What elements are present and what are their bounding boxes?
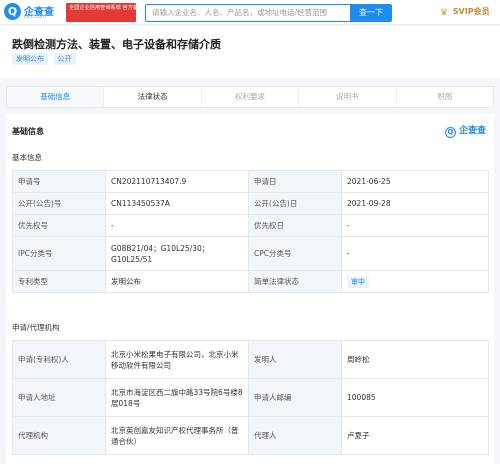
table-row: IPC分类号 G08B21/04；G10L25/30；G10L25/51 CPC… [12, 236, 489, 271]
tag-public: 公开 [53, 53, 76, 65]
label-cpc: CPC分类号 [248, 236, 342, 271]
credit-badge: 全国企业信用查询系统 官方备案企业征信机构 [66, 3, 136, 22]
table-row: 申请号 CN202110713407.9 申请日 2021-06-25 [12, 170, 489, 193]
label-priority-date: 优先权日 [248, 214, 342, 237]
table-row: 申请人地址 北京市海淀区西二旗中路33号院6号楼8层018号 申请人邮编 100… [12, 378, 489, 417]
table-row: 专利类型 发明公布 简单法律状态 审中 [12, 270, 489, 293]
label-application-no: 申请号 [12, 170, 106, 193]
value-applicant-address: 北京市海淀区西二旗中路33号院6号楼8层018号 [105, 378, 249, 417]
status-badge: 审中 [347, 276, 369, 288]
table-row: 申请(专利权)人 北京小米松果电子有限公司，北京小米移动软件有限公司 发明人 周… [12, 340, 489, 379]
logo-icon: Q [4, 3, 21, 20]
label-inventor: 发明人 [248, 340, 342, 379]
value-legal-status-cell: 审中 [341, 270, 489, 293]
svip-link[interactable]: ♛ SVIP会员 [440, 6, 490, 18]
value-publication-no: CN113450537A [105, 192, 249, 215]
label-applicant-address: 申请人地址 [12, 378, 106, 417]
value-cpc: - [341, 236, 489, 271]
applicant-link[interactable]: 北京小米松果电子有限公司，北京小米移动软件有限公司 [105, 340, 249, 379]
agency-subtitle: 申请/代理机构 [12, 323, 60, 332]
status-tags: 发明公布 公开 [12, 53, 79, 65]
site-logo[interactable]: Q 企查查 Qcc.com [4, 3, 62, 22]
label-publication-no: 公开(公告)号 [12, 192, 106, 215]
crown-icon: ♛ [440, 8, 449, 18]
title-area: 跌倒检测方法、装置、电子设备和存储介质 发明公布 公开 [0, 26, 500, 78]
tab-bar: 基础信息 法律状态 权利要求 说明书 附图 [6, 86, 494, 108]
value-publication-date: 2021-09-28 [341, 192, 489, 215]
value-application-date: 2021-06-25 [341, 170, 489, 193]
table-row: 代理机构 北京英创嘉友知识产权代理事务所（普通合伙） 代理人 卢夏子 [12, 416, 489, 455]
label-publication-date: 公开(公告)日 [248, 192, 342, 215]
label-application-date: 申请日 [248, 170, 342, 193]
value-priority-no: - [105, 214, 249, 237]
logo-subtext: Qcc.com [24, 14, 46, 20]
basic-info-subtitle: 基本信息 [12, 153, 42, 162]
brand-label: 企查查 [458, 126, 486, 136]
brand-watermark: Q 企查查 [444, 123, 486, 138]
value-priority-date: - [341, 214, 489, 237]
brand-icon: Q [444, 127, 456, 138]
label-priority-no: 优先权号 [12, 214, 106, 237]
search-button[interactable]: 查一下 [350, 4, 392, 22]
section-title: 基础信息 [12, 127, 44, 136]
value-postcode: 100085 [341, 378, 489, 417]
agency-table: 申请(专利权)人 北京小米松果电子有限公司，北京小米移动软件有限公司 发明人 周… [12, 340, 489, 455]
label-postcode: 申请人邮编 [248, 378, 342, 417]
tab-legal-status[interactable]: 法律状态 [104, 87, 202, 107]
label-ipc: IPC分类号 [12, 236, 106, 271]
agency-link[interactable]: 北京英创嘉友知识产权代理事务所（普通合伙） [105, 416, 249, 455]
label-agency: 代理机构 [12, 416, 106, 455]
top-bar: Q 企查查 Qcc.com 全国企业信用查询系统 官方备案企业征信机构 请输入企… [0, 0, 500, 25]
label-agent: 代理人 [248, 416, 342, 455]
basic-info-card: 基础信息 Q 企查查 基本信息 申请号 CN202110713407.9 申请日… [6, 114, 494, 464]
tag-publication: 发明公布 [12, 53, 48, 65]
tab-drawings[interactable]: 附图 [397, 87, 493, 107]
tab-description[interactable]: 说明书 [299, 87, 397, 107]
tab-basic-info[interactable]: 基础信息 [7, 87, 105, 107]
basic-info-table: 申请号 CN202110713407.9 申请日 2021-06-25 公开(公… [12, 170, 489, 293]
value-patent-type: 发明公布 [105, 270, 249, 293]
label-patent-type: 专利类型 [12, 270, 106, 293]
table-row: 公开(公告)号 CN113450537A 公开(公告)日 2021-09-28 [12, 192, 489, 215]
page-title: 跌倒检测方法、装置、电子设备和存储介质 [12, 38, 221, 51]
tab-claims[interactable]: 权利要求 [202, 87, 300, 107]
svip-label: SVIP会员 [452, 7, 490, 16]
value-ipc: G08B21/04；G10L25/30；G10L25/51 [105, 236, 249, 271]
value-agent: 卢夏子 [341, 416, 489, 455]
search-input[interactable]: 请输入企业名、人名、产品名，或地址电话/经营范围 [145, 4, 350, 22]
label-legal-status: 简单法律状态 [248, 270, 342, 293]
table-row: 优先权号 - 优先权日 - [12, 214, 489, 237]
value-inventor: 周岭松 [341, 340, 489, 379]
value-application-no: CN202110713407.9 [105, 170, 249, 193]
label-applicant: 申请(专利权)人 [12, 340, 106, 379]
